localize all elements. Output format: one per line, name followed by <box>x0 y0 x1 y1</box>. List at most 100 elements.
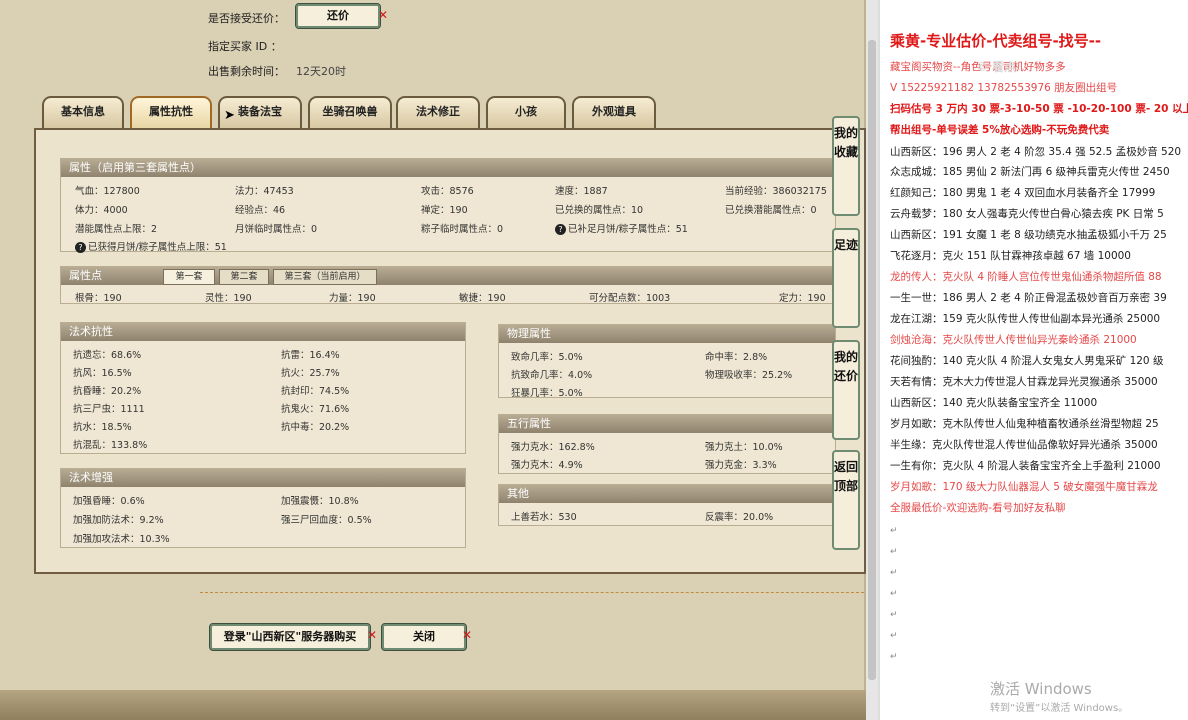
stat: 狂暴几率：5.0% <box>511 388 583 399</box>
document-line: 飞花逐月：克火 151 队甘霖神孩卓越 67 墙 10000 <box>890 250 1131 262</box>
buyer-id-label: 指定买家 ID ： <box>208 40 282 53</box>
stat: 抗遗忘：68.6% <box>73 350 142 361</box>
stat: 强力克金：3.3% <box>705 460 777 471</box>
footprints-button[interactable]: 足迹 <box>832 228 860 328</box>
section-title: 物理属性 <box>499 325 835 343</box>
stat: 可分配点数：1003 <box>589 293 671 304</box>
tab-point-set-3[interactable]: 第三套（当前启用） <box>273 269 377 285</box>
my-favorites-button[interactable]: 我的收藏 <box>832 116 860 216</box>
stat: 力量：190 <box>329 293 376 304</box>
tab-mounts-summons[interactable]: 坐骑召唤兽 <box>308 96 392 128</box>
document-line: 岁月如歌：克木队传世人仙鬼种植畜牧通杀丝滑型物超 25 <box>890 418 1159 430</box>
document-line: 一生一世：186 男人 2 老 4 阶正骨混孟极妙音百万亲密 39 <box>890 292 1167 304</box>
stat: 抗致命几率：4.0% <box>511 370 593 381</box>
document-line: 龙在江湖：159 克火队传世人传世仙副本异光通杀 25000 <box>890 313 1161 325</box>
login-buy-button[interactable]: 登录"山西新区"服务器购买 <box>209 623 371 651</box>
paragraph-mark: ↵ <box>890 652 898 662</box>
wuxing-section: 五行属性 强力克水：162.8% 强力克木：4.9% 强力克土：10.0% 强力… <box>498 414 836 474</box>
button-label: 我的收藏 <box>834 126 859 159</box>
tab-appearance[interactable]: 外观道具 <box>572 96 656 128</box>
attribute-panel: 属性（启用第三套属性点） 气血：127800 法力：47453 攻击：8576 … <box>34 128 866 574</box>
stat: 致命几率：5.0% <box>511 352 583 363</box>
stat: 抗三尸虫：1111 <box>73 404 145 415</box>
close-icon: ✕ <box>378 8 389 22</box>
tab-attributes-resist[interactable]: 属性抗性 <box>130 96 212 128</box>
close-icon: ✕ <box>367 628 378 642</box>
section-title: 法术抗性 <box>61 323 465 341</box>
resist-section: 法术抗性 抗遗忘：68.6% 抗风：16.5% 抗昏睡：20.2% 抗三尸虫：1… <box>60 322 466 454</box>
stat: 抗火：25.7% <box>281 368 340 379</box>
section-title: 属性（启用第三套属性点） <box>61 159 835 177</box>
time-left-value: 12天20时 <box>296 65 346 78</box>
tab-basic-info[interactable]: 基本信息 <box>42 96 124 128</box>
button-label: 返回顶部 <box>834 460 859 493</box>
document-line: 红颜知己：180 男鬼 1 老 4 双回血水月装备齐全 17999 <box>890 187 1156 199</box>
document-line: 一生有你：克火队 4 阶混人装备宝宝齐全上手盈利 21000 <box>890 460 1161 472</box>
document-line: 半生缘：克火队传世混人传世仙品像软好异光通杀 35000 <box>890 439 1158 451</box>
time-left-label: 出售剩余时间： <box>208 65 285 78</box>
tab-point-set-2[interactable]: 第二套 <box>219 269 269 285</box>
tab-child[interactable]: 小孩 <box>486 96 566 128</box>
counter-offer-button[interactable]: 还价 <box>295 3 381 29</box>
tab-spell-mod[interactable]: 法术修正 <box>396 96 480 128</box>
stat: 强力克土：10.0% <box>705 442 783 453</box>
section-title: 其他 <box>499 485 835 503</box>
document-line: 山西新区：140 克火队装备宝宝齐全 11000 <box>890 397 1098 409</box>
stat: 强力克水：162.8% <box>511 442 595 453</box>
document-line: 全服最低价-欢迎选购-看号加好友私聊 <box>890 502 1066 514</box>
paragraph-mark: ↵ <box>890 589 898 599</box>
document-line: 乘黄-专业估价-代卖组号-找号-- <box>890 32 1102 50</box>
physical-section: 物理属性 致命几率：5.0% 抗致命几率：4.0% 狂暴几率：5.0% 命中率：… <box>498 324 836 399</box>
document-line: V 15225921182 13782553976 朋友圈出组号 <box>890 82 1118 94</box>
help-icon[interactable]: ? <box>555 224 566 235</box>
stat: 根骨：190 <box>75 293 122 304</box>
stat: 抗混乱：133.8% <box>73 440 148 451</box>
document-panel: 乘黄-专业估价-代卖组号-找号-- 藏宝阁买物资--角色号系司机好物多多 V 152… <box>878 0 1188 720</box>
overlay-watermark: © 看点 <box>976 60 1017 74</box>
document-line: 云舟载梦：180 女人强毒克火传世白骨心猿去疾 PK 日常 5 <box>890 208 1164 220</box>
accept-counter-label: 是否接受还价： <box>208 12 285 25</box>
stat: 抗水：18.5% <box>73 422 132 433</box>
stat: 潜能属性点上限：2 <box>75 224 158 235</box>
stat-note: 已获得月饼/粽子属性点上限：51 <box>88 242 227 253</box>
windows-activation-title: 激活 Windows <box>990 680 1092 698</box>
stat: 抗中毒：20.2% <box>281 422 350 433</box>
document-line: 龙的传人：克火队 4 阶睡人宫位传世鬼仙通杀物超所值 88 <box>890 271 1162 283</box>
stat: 加强震慑：10.8% <box>281 496 359 507</box>
scrollbar[interactable] <box>866 0 878 720</box>
stat: 已兑换潜能属性点：0 <box>725 205 817 216</box>
button-label: 足迹 <box>834 238 859 252</box>
document-line: 岁月如歌：170 级大力队仙器混人 5 破女魔强牛魔甘霖龙 <box>890 481 1158 493</box>
game-window: 是否接受还价： 还价 ✕ 指定买家 ID ： 出售剩余时间： 12天20时 基本… <box>0 0 878 720</box>
stat: 强力克木：4.9% <box>511 460 583 471</box>
stat: 物理吸收率：25.2% <box>705 370 793 381</box>
close-button[interactable]: 关闭 <box>381 623 467 651</box>
stat: 粽子临时属性点：0 <box>421 224 504 235</box>
stat: 加强加攻法术：10.3% <box>73 534 170 545</box>
mouse-cursor-icon: ➤ <box>224 108 235 123</box>
stat: 上善若水：530 <box>511 512 577 523</box>
document-line: 山西新区：196 男人 2 老 4 阶忽 35.4 强 52.5 孟极妙音 52… <box>890 146 1182 158</box>
stat: 加强加防法术：9.2% <box>73 515 164 526</box>
tab-point-set-1[interactable]: 第一套 <box>163 269 215 285</box>
other-section: 其他 上善若水：530 反震率：20.0% <box>498 484 836 526</box>
stat: 已补足月饼/粽子属性点：51 <box>568 224 688 235</box>
stat: 当前经验：386032175 <box>725 186 827 197</box>
stat: 法力：47453 <box>235 186 294 197</box>
document-line: 扫码估号 3 万内 30 票-3-10-50 票 -10-20-100 票- 2… <box>890 103 1188 115</box>
back-to-top-button[interactable]: 返回顶部 <box>832 450 860 550</box>
stat: 禅定：190 <box>421 205 468 216</box>
help-icon[interactable]: ? <box>75 242 86 253</box>
divider <box>200 592 864 593</box>
boost-section: 法术增强 加强昏睡：0.6% 加强加防法术：9.2% 加强加攻法术：10.3% … <box>60 468 466 548</box>
scrollbar-thumb[interactable] <box>868 40 876 680</box>
document-line: 花间独酌：140 克火队 4 阶混人女鬼女人男鬼采矿 120 级 <box>890 355 1164 367</box>
my-counter-offers-button[interactable]: 我的还价 <box>832 340 860 440</box>
stat: 气血：127800 <box>75 186 140 197</box>
stat: 强三尸回血度：0.5% <box>281 515 372 526</box>
stat: 命中率：2.8% <box>705 352 768 363</box>
stat: 抗封印：74.5% <box>281 386 350 397</box>
stat: 加强昏睡：0.6% <box>73 496 145 507</box>
stat: 抗昏睡：20.2% <box>73 386 142 397</box>
stat: 速度：1887 <box>555 186 608 197</box>
